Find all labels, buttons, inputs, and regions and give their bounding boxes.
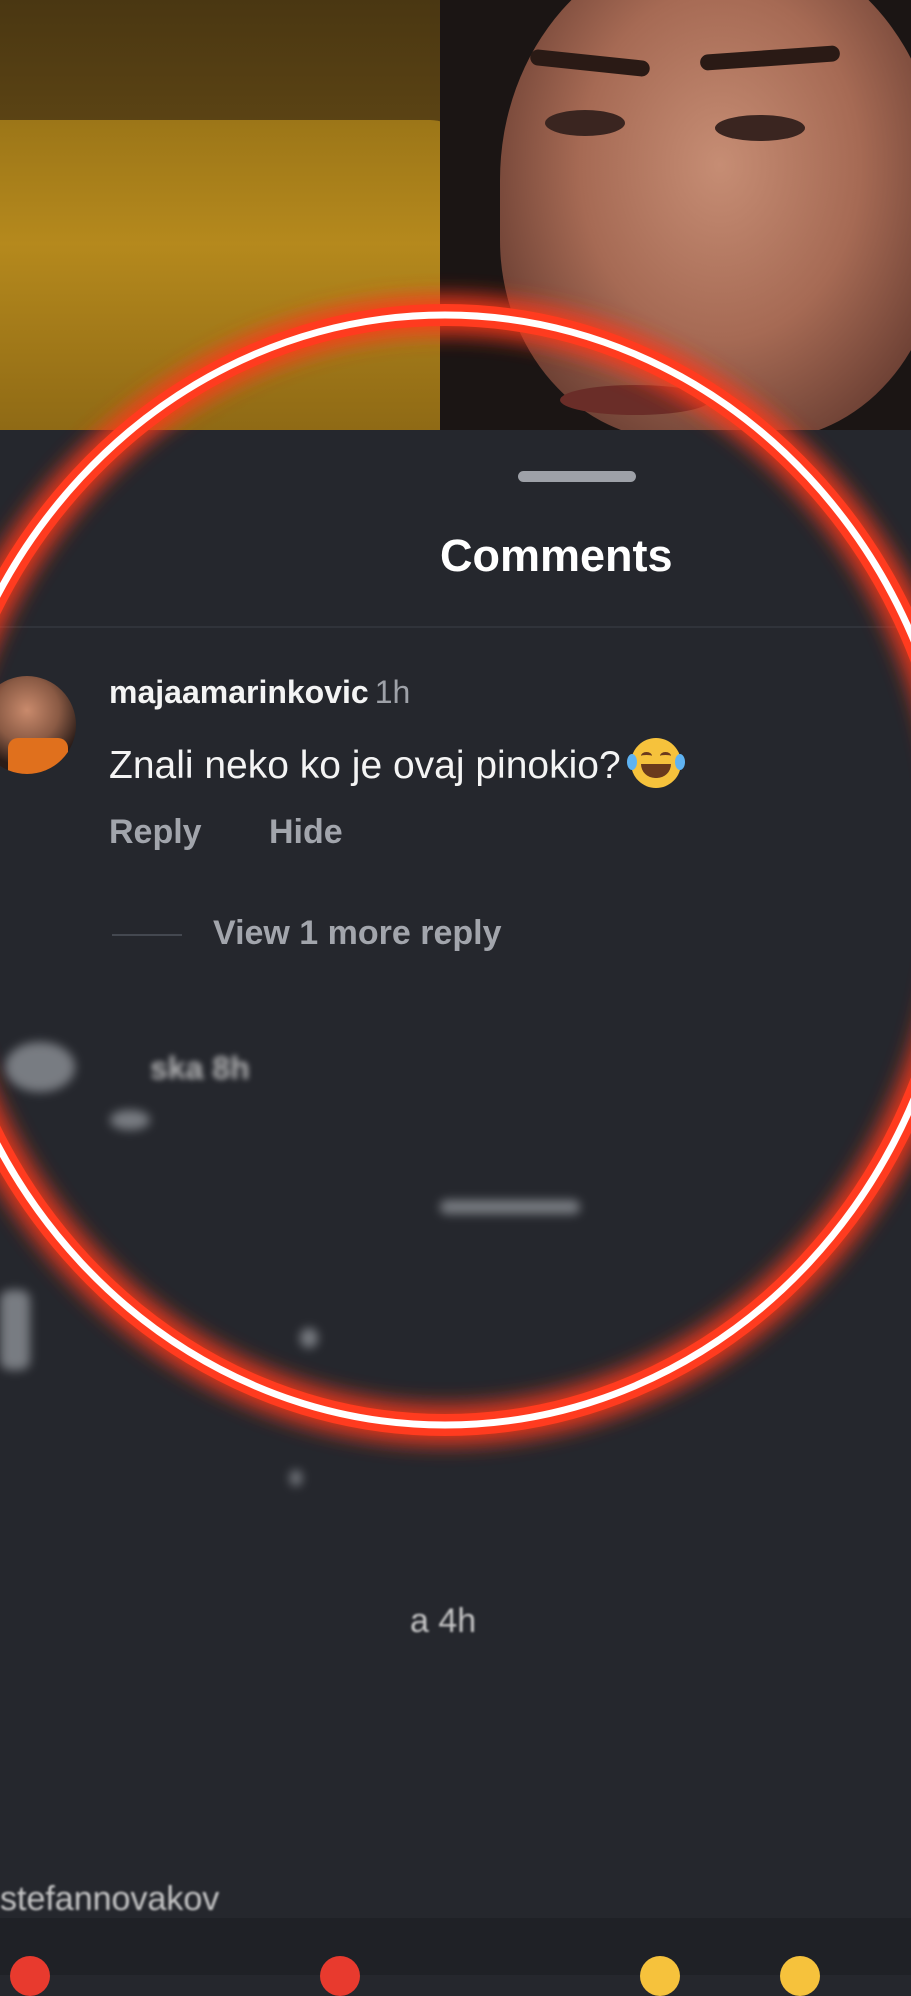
face-with-tears-of-joy-icon	[626, 738, 685, 788]
divider	[0, 626, 911, 628]
comments-sheet: Comments majaamarinkovic 1h Znali neko ko…	[0, 430, 911, 1975]
view-more-replies-button[interactable]: View 1 more reply	[213, 914, 502, 953]
obscured-text	[290, 1470, 302, 1486]
obscured-text	[300, 1328, 318, 1348]
reaction-icon[interactable]	[780, 1956, 820, 1996]
video-cushion	[0, 120, 470, 430]
comment-text-line: Znali neko ko je ovaj pinokio?	[109, 738, 685, 788]
comment-text: Znali neko ko je ovaj pinokio?	[109, 744, 621, 787]
avatar	[5, 1042, 75, 1092]
video-eye	[715, 115, 805, 141]
hide-button[interactable]: Hide	[269, 813, 343, 852]
video-background	[0, 0, 911, 430]
reply-button[interactable]: Reply	[109, 813, 202, 852]
obscured-username: a 4h	[410, 1602, 477, 1640]
video-eye	[545, 110, 625, 136]
comment-username-line: majaamarinkovic 1h	[109, 674, 410, 711]
sheet-title: Comments	[440, 530, 673, 581]
avatar	[0, 1290, 30, 1370]
divider	[112, 934, 182, 936]
sheet-grabber-handle[interactable]	[518, 471, 636, 482]
obscured-username: stefannovakov	[0, 1880, 220, 1918]
obscured-username: ska 8h	[150, 1050, 250, 1086]
bottom-bar	[0, 1918, 911, 1996]
comment-username[interactable]: majaamarinkovic	[109, 674, 369, 710]
reaction-icon[interactable]	[320, 1956, 360, 1996]
reaction-icon[interactable]	[10, 1956, 50, 1996]
obscured-text	[440, 1200, 580, 1214]
avatar[interactable]	[0, 676, 76, 774]
comment-time: 1h	[374, 674, 411, 710]
reaction-icon[interactable]	[640, 1956, 680, 1996]
video-mouth	[560, 385, 710, 415]
obscured-text	[110, 1110, 150, 1130]
